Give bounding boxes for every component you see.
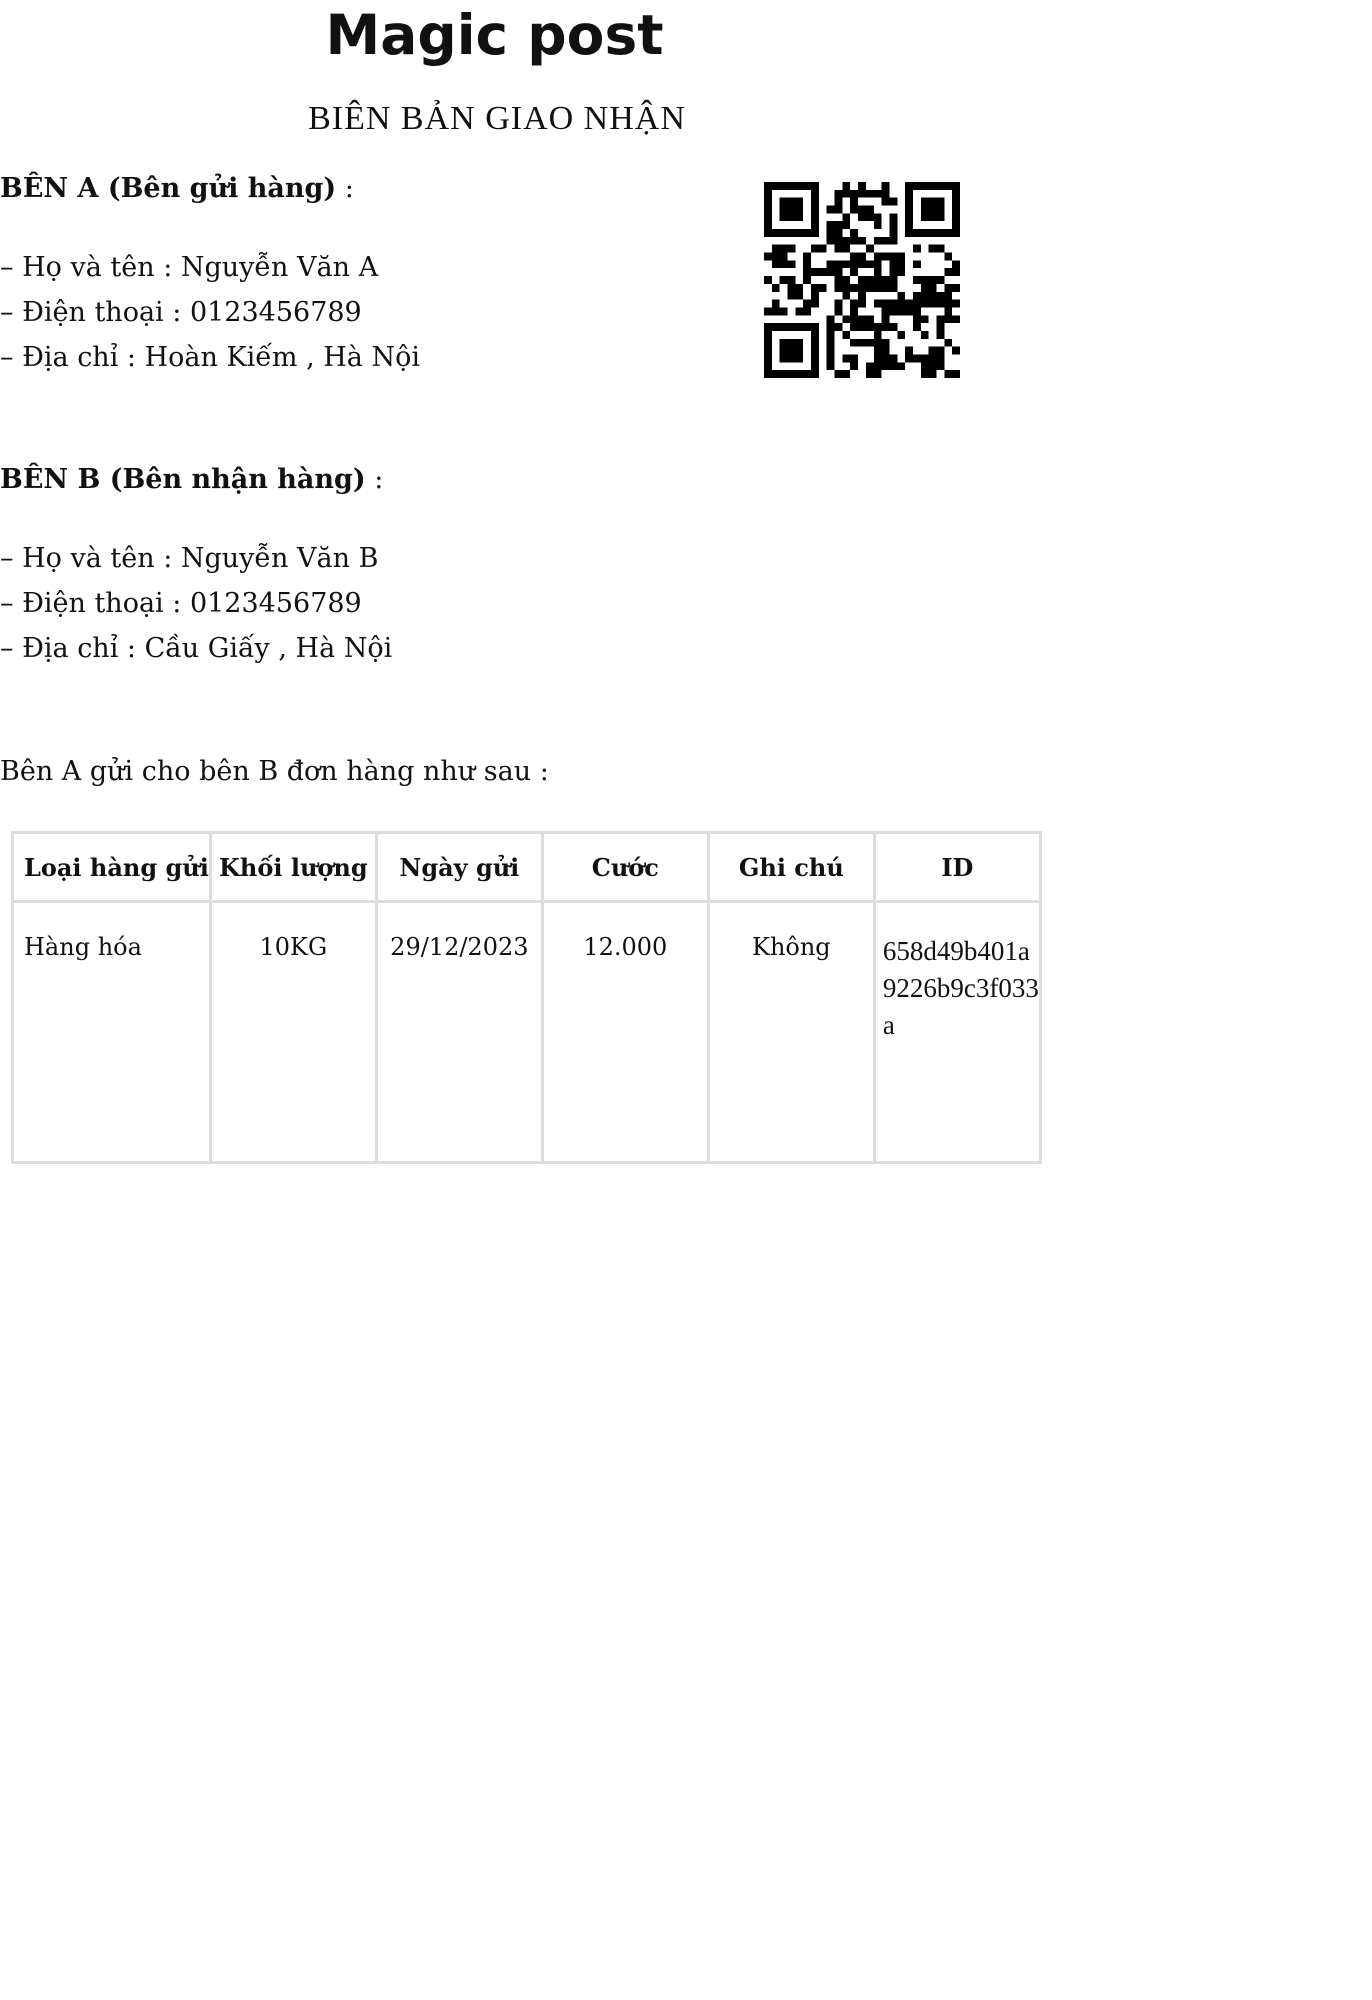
cell-fee: 12.000 [540,900,710,1164]
party-b-name: – Họ và tên : Nguyễn Văn B [0,543,379,574]
party-a-address: – Địa chỉ : Hoàn Kiếm , Hà Nội [0,342,420,373]
order-table: Loại hàng gửi Khối lượng Ngày gửi Cước G… [11,831,1042,1164]
column-header-type: Loại hàng gửi [11,831,212,903]
column-header-weight: Khối lượng [208,831,378,903]
column-header-id: ID [872,831,1042,903]
table-row: Hàng hóa 10KG 29/12/2023 12.000 Không 65… [11,900,1042,1164]
party-b-heading: BÊN B (Bên nhận hàng) : [0,460,392,500]
party-a-heading: BÊN A (Bên gửi hàng) : [0,169,420,209]
brand-title: Magic post [325,3,664,67]
cell-type: Hàng hóa [11,900,212,1164]
party-a-name: – Họ và tên : Nguyễn Văn A [0,252,379,283]
party-a-phone: – Điện thoại : 0123456789 [0,297,362,328]
party-b-phone: – Điện thoại : 0123456789 [0,588,362,619]
party-a-heading-suffix: : [336,173,354,204]
table-header-row: Loại hàng gửi Khối lượng Ngày gửi Cước G… [11,831,1042,903]
party-a-heading-label: BÊN A (Bên gửi hàng) [0,173,337,204]
party-b-heading-suffix: : [365,464,384,495]
qr-code-icon [764,182,960,378]
cell-weight: 10KG [208,900,378,1164]
order-intro: Bên A gửi cho bên B đơn hàng như sau : [0,756,549,787]
column-header-note: Ghi chú [706,831,876,903]
column-header-fee: Cước [540,831,710,903]
cell-date: 29/12/2023 [374,900,544,1164]
cell-note: Không [706,900,876,1164]
column-header-date: Ngày gửi [374,831,544,903]
party-b-section: BÊN B (Bên nhận hàng) : – Họ và tên : Ng… [0,460,392,671]
party-a-section: BÊN A (Bên gửi hàng) : – Họ và tên : Ngu… [0,169,420,380]
party-b-address: – Địa chỉ : Cầu Giấy , Hà Nội [0,633,393,664]
document-title: BIÊN BẢN GIAO NHẬN [308,100,686,137]
cell-id: 658d49b401a9226b9c3f033a [872,900,1042,1164]
party-b-heading-label: BÊN B (Bên nhận hàng) [0,464,366,495]
